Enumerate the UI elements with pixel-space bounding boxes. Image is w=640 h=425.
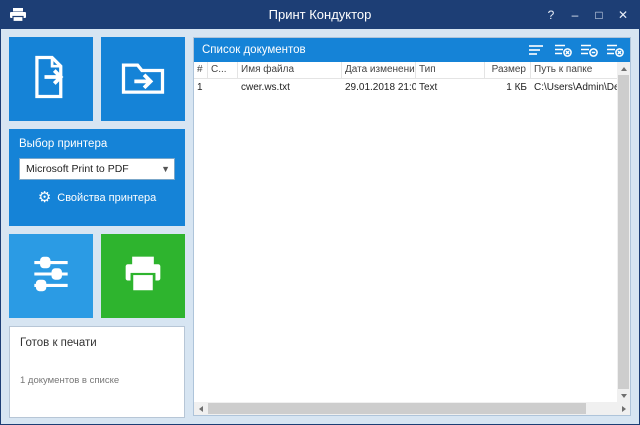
printer-properties-link[interactable]: ⚙ Свойства принтера — [19, 190, 175, 205]
column-header-name[interactable]: Имя файла — [238, 62, 342, 78]
cell-path: C:\Users\Admin\Des — [531, 82, 617, 93]
printer-select[interactable]: Microsoft Print to PDF ▼ — [19, 158, 175, 180]
horizontal-scrollbar-thumb[interactable] — [208, 403, 586, 414]
column-header-path[interactable]: Путь к папке — [531, 62, 617, 78]
print-button[interactable] — [101, 234, 185, 318]
cell-num: 1 — [194, 82, 208, 93]
document-list-title: Список документов — [202, 44, 528, 56]
table-body: 1 cwer.ws.txt 29.01.2018 21:02 Text 1 КБ… — [194, 79, 617, 402]
scroll-right-icon[interactable] — [617, 402, 630, 415]
cell-size: 1 КБ — [485, 82, 531, 93]
settings-button[interactable] — [9, 234, 93, 318]
list-toolbar — [528, 43, 624, 57]
table-header-row: # С... Имя файла Дата изменения Тип Разм… — [194, 62, 617, 79]
printer-select-value: Microsoft Print to PDF — [26, 163, 157, 175]
column-header-date[interactable]: Дата изменения — [342, 62, 416, 78]
main-content: Выбор принтера Microsoft Print to PDF ▼ … — [1, 29, 639, 424]
column-header-num[interactable]: # — [194, 62, 208, 78]
window-controls: ? – □ ✕ — [539, 1, 635, 29]
document-list-panel: Список документов — [193, 37, 631, 416]
help-button[interactable]: ? — [539, 1, 563, 29]
cell-date: 29.01.2018 21:02 — [342, 82, 416, 93]
add-documents-button[interactable] — [9, 37, 93, 121]
scroll-up-icon[interactable] — [617, 62, 630, 75]
status-count-text: 1 документов в списке — [20, 375, 174, 386]
document-list-header: Список документов — [194, 38, 630, 62]
vertical-scrollbar[interactable] — [617, 62, 630, 402]
open-folder-button[interactable] — [101, 37, 185, 121]
folder-open-icon — [117, 51, 169, 108]
chevron-down-icon: ▼ — [157, 164, 170, 174]
cell-name: cwer.ws.txt — [238, 82, 342, 93]
maximize-button[interactable]: □ — [587, 1, 611, 29]
list-options-icon[interactable] — [528, 43, 546, 57]
printer-properties-label: Свойства принтера — [57, 192, 156, 204]
column-header-type[interactable]: Тип — [416, 62, 485, 78]
remove-completed-icon[interactable] — [580, 43, 598, 57]
printer-panel-title: Выбор принтера — [19, 138, 175, 150]
close-button[interactable]: ✕ — [611, 1, 635, 29]
app-window: Принт Кондуктор ? – □ ✕ — [0, 0, 640, 425]
remove-selected-icon[interactable] — [554, 43, 572, 57]
column-header-size[interactable]: Размер — [485, 62, 531, 78]
scroll-down-icon[interactable] — [617, 389, 630, 402]
status-ready-text: Готов к печати — [20, 337, 174, 349]
cell-type: Text — [416, 82, 485, 93]
minimize-button[interactable]: – — [563, 1, 587, 29]
sliders-icon — [26, 249, 76, 304]
horizontal-scrollbar[interactable] — [194, 402, 630, 415]
status-panel: Готов к печати 1 документов в списке — [9, 326, 185, 418]
scroll-left-icon[interactable] — [194, 402, 207, 415]
clear-list-icon[interactable] — [606, 43, 624, 57]
add-documents-icon — [25, 51, 77, 108]
column-header-status[interactable]: С... — [208, 62, 238, 78]
vertical-scrollbar-thumb[interactable] — [618, 75, 629, 389]
gear-icon: ⚙ — [38, 190, 51, 205]
printer-icon — [117, 248, 169, 305]
printer-panel: Выбор принтера Microsoft Print to PDF ▼ … — [9, 129, 185, 226]
titlebar: Принт Кондуктор ? – □ ✕ — [1, 1, 639, 29]
table-row[interactable]: 1 cwer.ws.txt 29.01.2018 21:02 Text 1 КБ… — [194, 79, 617, 95]
sidebar: Выбор принтера Microsoft Print to PDF ▼ … — [9, 37, 185, 416]
